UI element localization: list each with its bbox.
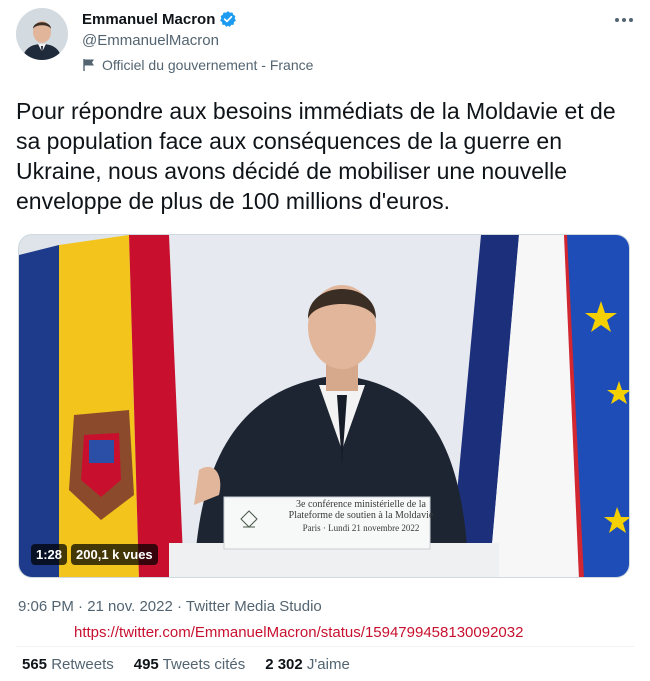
podium-line-2: Plateforme de soutien à la Moldavie — [288, 510, 434, 521]
quotes-count: 495 — [133, 656, 159, 673]
name-row: Emmanuel Macron — [82, 10, 313, 28]
flag-icon — [82, 58, 96, 72]
government-label-row: Officiel du gouvernement - France — [82, 57, 313, 73]
retweets-stat[interactable]: 565 Retweets — [22, 656, 114, 673]
avatar-image — [16, 8, 68, 60]
retweets-label: Retweets — [51, 656, 114, 673]
quotes-label: Tweets cités — [162, 656, 246, 673]
divider — [16, 646, 634, 647]
handle[interactable]: @EmmanuelMacron — [82, 32, 313, 49]
verified-badge-icon[interactable] — [219, 10, 237, 28]
video-duration: 1:28 — [31, 544, 68, 565]
tweet-meta[interactable]: 9:06 PM · 21 nov. 2022 · Twitter Media S… — [18, 598, 322, 615]
avatar[interactable] — [16, 8, 68, 60]
podium-line-3: Paris · Lundi 21 novembre 2022 — [302, 523, 420, 533]
video-views: 200,1 k vues — [71, 544, 158, 565]
tweet-text: Pour répondre aux besoins immédiats de l… — [16, 98, 616, 214]
likes-stat[interactable]: 2 302 J'aime — [265, 656, 350, 673]
engagement-stats: 565 Retweets 495 Tweets cités 2 302 J'ai… — [22, 656, 350, 673]
video-player[interactable]: 3e conférence ministérielle de la Platef… — [18, 234, 630, 578]
podium-sign: 3e conférence ministérielle de la Platef… — [263, 499, 459, 534]
overlay-url: https://twitter.com/EmmanuelMacron/statu… — [74, 624, 524, 641]
retweets-count: 565 — [22, 656, 48, 673]
moldova-flag — [19, 235, 184, 577]
display-name[interactable]: Emmanuel Macron — [82, 11, 215, 28]
quote-tweets-stat[interactable]: 495 Tweets cités — [134, 656, 245, 673]
government-label[interactable]: Officiel du gouvernement - France — [102, 57, 313, 73]
likes-label: J'aime — [306, 656, 350, 673]
podium-line-1: 3e conférence ministérielle de la — [296, 499, 426, 510]
tweet-header: Emmanuel Macron @EmmanuelMacron Officiel… — [16, 8, 636, 88]
author-block: Emmanuel Macron @EmmanuelMacron Officiel… — [82, 10, 313, 74]
more-options-icon[interactable] — [612, 8, 636, 32]
video-meta: 1:28 200,1 k vues — [31, 544, 158, 565]
likes-count: 2 302 — [265, 656, 303, 673]
